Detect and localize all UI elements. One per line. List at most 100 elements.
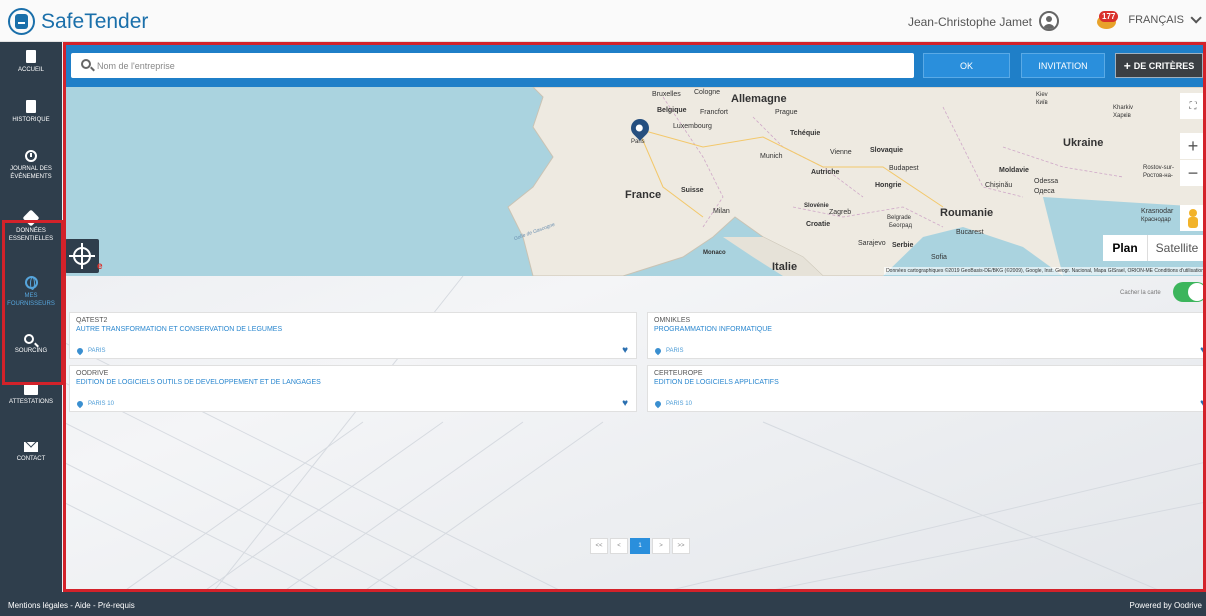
supplier-card[interactable]: QATEST2 AUTRE TRANSFORMATION ET CONSERVA…: [69, 312, 637, 359]
plus-icon: +: [1123, 58, 1131, 73]
more-criteria-label: DE CRITÈRES: [1133, 60, 1195, 71]
map-city-label: Београд: [889, 223, 912, 229]
map-city-label: Serbie: [892, 242, 914, 249]
supplier-city: PARIS: [666, 348, 684, 354]
supplier-card[interactable]: CERTEUROPE EDITION DE LOGICIELS APPLICAT…: [647, 365, 1206, 412]
map-city-label: Budapest: [889, 165, 919, 172]
locate-crosshair-bar: [69, 255, 95, 257]
map-city-label: Odessa: [1034, 178, 1059, 185]
map-city-label: Francfort: [700, 109, 729, 116]
map-city-label: Краснодар: [1141, 217, 1171, 223]
supplier-activity[interactable]: EDITION DE LOGICIELS APPLICATIFS: [654, 379, 779, 386]
supplier-city: PARIS 10: [88, 401, 114, 407]
street-view-pegman-icon[interactable]: [1180, 205, 1206, 231]
sidebar-highlight-frame: [2, 220, 64, 385]
supplier-activity[interactable]: PROGRAMMATION INFORMATIQUE: [654, 326, 772, 333]
sidebar-item-journal[interactable]: JOURNAL DES ÉVÉNEMENTS: [0, 150, 62, 181]
ok-button[interactable]: OK: [923, 53, 1010, 78]
map-city-label: Paris: [631, 139, 645, 145]
favorite-heart-icon[interactable]: ♥: [622, 346, 628, 356]
map-city-label: Bucarest: [956, 229, 984, 236]
supplier-city: PARIS 10: [666, 401, 692, 407]
map-city-label: Kiev: [1036, 92, 1048, 98]
map-city-label: Krasnodar: [1141, 208, 1174, 215]
map-city-label: Sofia: [931, 254, 947, 261]
map-city-label: Slovénie: [804, 203, 829, 209]
location-pin-icon: [75, 346, 85, 356]
location-pin-icon: [653, 399, 663, 409]
map-city-label: Харків: [1113, 113, 1131, 119]
supplier-name: CERTEUROPE: [654, 370, 703, 377]
map-city-label: Hongrie: [875, 182, 902, 189]
history-icon: [26, 100, 36, 113]
fullscreen-icon[interactable]: ⛶: [1180, 93, 1206, 119]
supplier-activity[interactable]: AUTRE TRANSFORMATION ET CONSERVATION DE …: [76, 326, 282, 333]
footer: Mentions légales - Aide - Pré-requis Pow…: [0, 592, 1206, 616]
pagination-first[interactable]: <<: [590, 538, 608, 554]
pagination: << < 1 > >>: [590, 538, 690, 554]
hide-map-toggle[interactable]: [1173, 282, 1206, 302]
map-city-label: Rostov-sur-: [1143, 165, 1175, 171]
search-box: [71, 53, 914, 78]
map-city-label: Kharkiv: [1113, 105, 1134, 111]
footer-links[interactable]: Mentions légales - Aide - Pré-requis: [8, 601, 135, 610]
sidebar-item-accueil[interactable]: ACCUEIL: [0, 50, 62, 74]
map-city-label: Одеса: [1034, 188, 1055, 195]
language-label: FRANÇAIS: [1128, 14, 1184, 26]
search-bar: OK INVITATION + DE CRITÈRES: [63, 42, 1206, 87]
home-icon: [26, 50, 36, 63]
map-city-label: Ростов-на-: [1143, 173, 1173, 179]
supplier-name: OODRIVE: [76, 370, 109, 377]
top-bar: SafeTender Jean-Christophe Jamet 177 FRA…: [0, 0, 1206, 42]
notification-icon[interactable]: 177: [1094, 11, 1119, 33]
language-selector[interactable]: FRANÇAIS: [1128, 12, 1202, 26]
map-country-label: France: [625, 189, 662, 201]
map-country-label: Ukraine: [1063, 137, 1104, 149]
more-criteria-button[interactable]: + DE CRITÈRES: [1115, 53, 1203, 78]
pagination-prev[interactable]: <: [610, 538, 628, 554]
map-city-label: Prague: [775, 109, 798, 116]
supplier-activity[interactable]: EDITION DE LOGICIELS OUTILS DE DEVELOPPE…: [76, 379, 321, 386]
user-name[interactable]: Jean-Christophe Jamet: [908, 15, 1032, 29]
zoom-in-button[interactable]: +: [1180, 133, 1206, 159]
favorite-heart-icon[interactable]: ♥: [1200, 346, 1206, 356]
company-name-input[interactable]: [97, 56, 897, 75]
supplier-card[interactable]: OMNIKLES PROGRAMMATION INFORMATIQUE PARI…: [647, 312, 1206, 359]
map-attribution: Données cartographiques ©2019 GeoBasis-D…: [884, 267, 1206, 275]
pagination-next[interactable]: >: [652, 538, 670, 554]
map-city-label: Київ: [1036, 100, 1048, 106]
zoom-out-button[interactable]: −: [1180, 160, 1206, 186]
app-logo[interactable]: SafeTender: [8, 8, 148, 35]
user-avatar-icon[interactable]: [1039, 11, 1059, 31]
chevron-down-icon: [1190, 12, 1202, 24]
app-name: SafeTender: [41, 9, 149, 33]
sidebar-item-historique[interactable]: HISTORIQUE: [0, 100, 62, 124]
pagination-current-page[interactable]: 1: [630, 538, 650, 554]
map-plan-button[interactable]: Plan: [1103, 235, 1147, 261]
clock-icon: [25, 150, 37, 162]
map-satellite-button[interactable]: Satellite: [1147, 235, 1206, 261]
map-city-label: Croatie: [806, 221, 831, 228]
map-city-label: Monaco: [703, 250, 726, 256]
map-country-label: Allemagne: [731, 93, 787, 105]
powered-by: Powered by Oodrive: [1129, 601, 1202, 610]
supplier-card[interactable]: OODRIVE EDITION DE LOGICIELS OUTILS DE D…: [69, 365, 637, 412]
pagination-last[interactable]: >>: [672, 538, 690, 554]
sidebar-item-label: CONTACT: [16, 456, 46, 462]
favorite-heart-icon[interactable]: ♥: [622, 399, 628, 409]
map-city-label: Bruxelles: [652, 91, 681, 98]
invitation-button[interactable]: INVITATION: [1021, 53, 1105, 78]
map[interactable]: Allemagne France Ukraine Roumanie Italie…: [63, 87, 1206, 276]
folder-icon: [24, 384, 38, 395]
map-city-label: Belgrade: [887, 215, 912, 221]
favorite-heart-icon[interactable]: ♥: [1200, 399, 1206, 409]
location-pin-icon: [75, 399, 85, 409]
mail-icon: [24, 442, 38, 452]
map-city-label: Vienne: [830, 149, 852, 156]
sidebar-item-contact[interactable]: CONTACT: [0, 442, 62, 463]
map-city-label: Luxembourg: [673, 123, 712, 130]
sidebar-item-label: HISTORIQUE: [12, 117, 50, 123]
map-city-label: Belgique: [657, 107, 687, 114]
sidebar-item-attestations[interactable]: ATTESTATIONS: [0, 384, 62, 406]
map-country-label: Italie: [772, 261, 798, 273]
